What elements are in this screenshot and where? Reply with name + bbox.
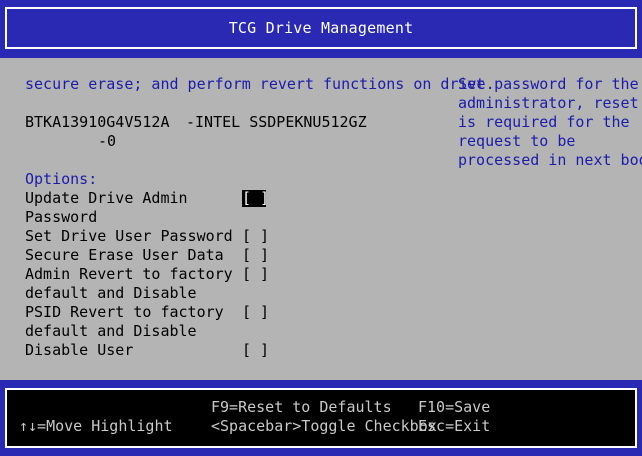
psid-revert-checkbox[interactable]: [ ] — [242, 304, 269, 321]
option-label: Secure Erase User Data — [25, 246, 224, 264]
option-label: Set Drive User Password — [25, 227, 233, 245]
option-label: Admin Revert to factory — [25, 265, 233, 283]
help-line: processed in next boot — [458, 151, 642, 169]
key-help-spacebar-toggle: <Spacebar>Toggle Checkbox — [211, 417, 437, 435]
footer-band: F9=Reset to Defaults F10=Save ↑↓=Move Hi… — [0, 380, 642, 456]
options-heading: Options: — [25, 170, 98, 188]
page-title: TCG Drive Management — [228, 19, 414, 37]
drive-model: -INTEL SSDPEKNU512GZ — [186, 113, 367, 131]
key-help-esc-exit: Esc=Exit — [418, 417, 491, 435]
secure-erase-checkbox[interactable]: [ ] — [242, 247, 269, 264]
option-label: Disable User — [25, 341, 134, 359]
update-admin-password-checkbox[interactable]: [ ] — [242, 190, 269, 207]
option-label: Update Drive Admin — [25, 189, 188, 207]
header-frame: TCG Drive Management — [5, 7, 637, 49]
help-line: request to be — [458, 132, 576, 150]
option-label: PSID Revert to factory — [25, 303, 224, 321]
disable-user-checkbox[interactable]: [ ] — [242, 342, 269, 359]
help-line: administrator, reset — [458, 94, 639, 112]
key-help-f9-reset: F9=Reset to Defaults — [211, 398, 392, 416]
drive-serial: BTKA13910G4V512A — [25, 113, 170, 131]
option-label-cont: default and Disable — [25, 284, 197, 302]
key-help-bar: F9=Reset to Defaults F10=Save ↑↓=Move Hi… — [5, 388, 637, 448]
set-user-password-checkbox[interactable]: [ ] — [242, 228, 269, 245]
admin-revert-checkbox[interactable]: [ ] — [242, 266, 269, 283]
help-line: is required for the — [458, 113, 630, 131]
key-help-move-highlight: ↑↓=Move Highlight — [19, 417, 173, 435]
header-band: TCG Drive Management — [0, 0, 642, 58]
option-label-cont: Password — [25, 208, 98, 226]
help-line: Set password for the — [458, 75, 639, 93]
main-panel: secure erase; and perform revert functio… — [0, 58, 642, 380]
drive-index: -0 — [98, 132, 117, 150]
option-label-cont: default and Disable — [25, 322, 197, 340]
page-description: secure erase; and perform revert functio… — [25, 75, 495, 93]
key-help-f10-save: F10=Save — [418, 398, 491, 416]
